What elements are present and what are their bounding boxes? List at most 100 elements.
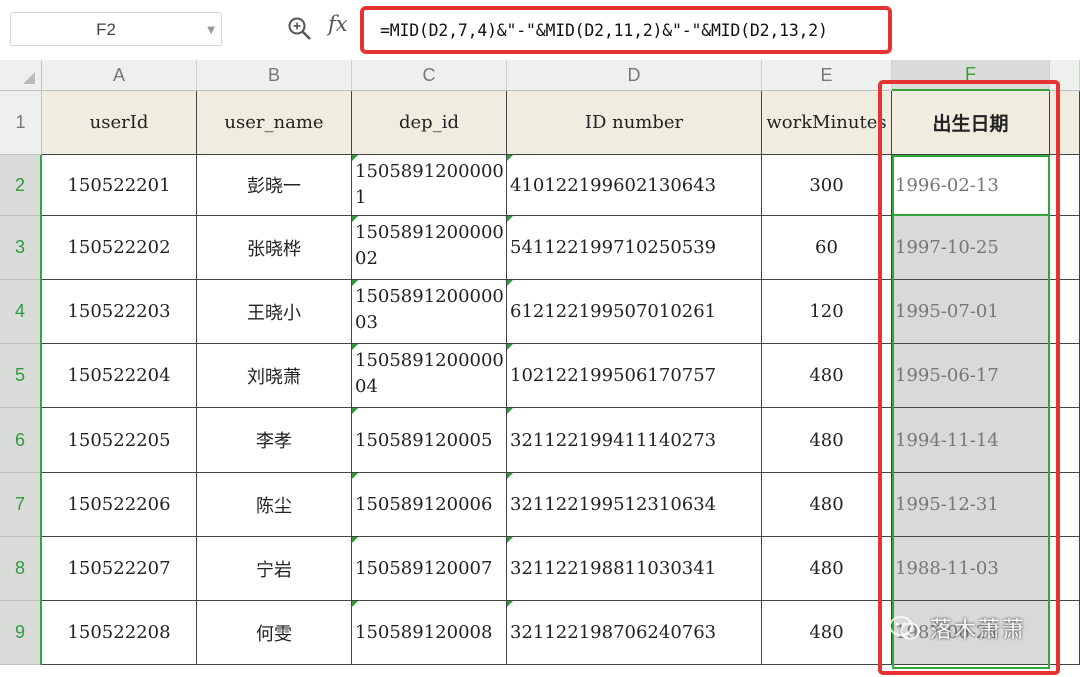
header-cell-f[interactable]: 出生日期 — [892, 91, 1050, 155]
cell-b2[interactable]: 彭晓一 — [197, 155, 352, 216]
cell-d2[interactable]: 410122199602130643 — [507, 155, 762, 216]
number-as-text-indicator-icon — [352, 408, 358, 414]
cell-f7[interactable]: 1995-12-31 — [892, 473, 1050, 537]
row-header-9[interactable]: 9 — [0, 601, 42, 665]
cell-a6[interactable]: 150522205 — [42, 408, 197, 473]
number-as-text-indicator-icon — [507, 216, 513, 222]
cell-b8[interactable]: 宁岩 — [197, 537, 352, 601]
cell-c7[interactable]: 150589120006 — [352, 473, 507, 537]
header-cell-b[interactable]: user_name — [197, 91, 352, 155]
cell-c5[interactable]: 150589120000004 — [352, 344, 507, 408]
cell-b4[interactable]: 王晓小 — [197, 280, 352, 344]
number-as-text-indicator-icon — [352, 601, 358, 607]
cell-filler-7 — [1050, 473, 1080, 537]
cell-f8[interactable]: 1988-11-03 — [892, 537, 1050, 601]
name-box-value: F2 — [96, 20, 116, 39]
cell-d7[interactable]: 321122199512310634 — [507, 473, 762, 537]
cell-c3[interactable]: 150589120000002 — [352, 216, 507, 280]
column-header-c[interactable]: C — [352, 60, 507, 91]
cell-b5[interactable]: 刘晓萧 — [197, 344, 352, 408]
cell-c8[interactable]: 150589120007 — [352, 537, 507, 601]
column-header-a[interactable]: A — [42, 60, 197, 91]
spreadsheet-grid: A B C D E F 1 2 3 4 5 6 7 8 9 userId user_name dep_id ID n… — [0, 60, 1080, 677]
cell-c2[interactable]: 15058912000001 — [352, 155, 507, 216]
cell-e8[interactable]: 480 — [762, 537, 892, 601]
cell-filler-5 — [1050, 344, 1080, 408]
cell-d3[interactable]: 541122199710250539 — [507, 216, 762, 280]
header-cell-d[interactable]: ID number — [507, 91, 762, 155]
cell-a2[interactable]: 150522201 — [42, 155, 197, 216]
row-header-8[interactable]: 8 — [0, 537, 42, 601]
cell-d4[interactable]: 612122199507010261 — [507, 280, 762, 344]
watermark: 落木萧萧 — [888, 612, 1026, 644]
number-as-text-indicator-icon — [352, 473, 358, 479]
number-as-text-indicator-icon — [507, 537, 513, 543]
row-header-4[interactable]: 4 — [0, 280, 42, 344]
cell-e4[interactable]: 120 — [762, 280, 892, 344]
cell-c9[interactable]: 150589120008 — [352, 601, 507, 665]
cell-filler-6 — [1050, 408, 1080, 473]
row-header-2[interactable]: 2 — [0, 155, 42, 216]
cell-filler-9 — [1050, 601, 1080, 665]
cell-a9[interactable]: 150522208 — [42, 601, 197, 665]
select-all-corner[interactable] — [0, 60, 42, 91]
column-header-filler — [1050, 60, 1080, 91]
number-as-text-indicator-icon — [352, 280, 358, 286]
header-cell-e[interactable]: workMinutes — [762, 91, 892, 155]
cell-f2[interactable]: 1996-02-13 — [892, 155, 1050, 216]
cell-b7[interactable]: 陈尘 — [197, 473, 352, 537]
cell-b9[interactable]: 何雯 — [197, 601, 352, 665]
row-selection-edge — [40, 155, 42, 665]
name-box[interactable]: F2 ▼ — [10, 12, 222, 46]
column-header-f[interactable]: F — [892, 60, 1050, 91]
zoom-search-icon[interactable] — [287, 16, 313, 46]
row-header-5[interactable]: 5 — [0, 344, 42, 408]
cell-f6[interactable]: 1994-11-14 — [892, 408, 1050, 473]
column-header-e[interactable]: E — [762, 60, 892, 91]
cell-a7[interactable]: 150522206 — [42, 473, 197, 537]
cell-d8[interactable]: 321122198811030341 — [507, 537, 762, 601]
cell-e7[interactable]: 480 — [762, 473, 892, 537]
row-header-3[interactable]: 3 — [0, 216, 42, 280]
cell-e2[interactable]: 300 — [762, 155, 892, 216]
formula-bar[interactable]: =MID(D2,7,4)&"-"&MID(D2,11,2)&"-"&MID(D2… — [360, 6, 892, 54]
cell-a8[interactable]: 150522207 — [42, 537, 197, 601]
cell-e3[interactable]: 60 — [762, 216, 892, 280]
column-header-b[interactable]: B — [197, 60, 352, 91]
header-cell-filler — [1050, 91, 1080, 155]
watermark-text: 落木萧萧 — [930, 618, 1027, 643]
formula-text: =MID(D2,7,4)&"-"&MID(D2,11,2)&"-"&MID(D2… — [380, 21, 828, 40]
cell-d9[interactable]: 321122198706240763 — [507, 601, 762, 665]
row-header-7[interactable]: 7 — [0, 473, 42, 537]
cell-e6[interactable]: 480 — [762, 408, 892, 473]
wechat-icon — [889, 616, 920, 640]
number-as-text-indicator-icon — [507, 473, 513, 479]
row-header-6[interactable]: 6 — [0, 408, 42, 473]
cell-a5[interactable]: 150522204 — [42, 344, 197, 408]
row-header-1[interactable]: 1 — [0, 91, 42, 155]
cell-f5[interactable]: 1995-06-17 — [892, 344, 1050, 408]
cell-e5[interactable]: 480 — [762, 344, 892, 408]
cell-b6[interactable]: 李孝 — [197, 408, 352, 473]
function-icon[interactable]: fx — [328, 12, 348, 36]
cell-e9[interactable]: 480 — [762, 601, 892, 665]
header-cell-c[interactable]: dep_id — [352, 91, 507, 155]
number-as-text-indicator-icon — [507, 155, 513, 161]
cell-d5[interactable]: 102122199506170757 — [507, 344, 762, 408]
column-header-d[interactable]: D — [507, 60, 762, 91]
number-as-text-indicator-icon — [507, 408, 513, 414]
chevron-down-icon[interactable]: ▼ — [207, 25, 215, 36]
number-as-text-indicator-icon — [507, 344, 513, 350]
cell-f4[interactable]: 1995-07-01 — [892, 280, 1050, 344]
cell-c6[interactable]: 150589120005 — [352, 408, 507, 473]
select-all-triangle-icon — [23, 72, 35, 84]
cell-a4[interactable]: 150522203 — [42, 280, 197, 344]
cell-b3[interactable]: 张晓桦 — [197, 216, 352, 280]
cell-c4[interactable]: 150589120000003 — [352, 280, 507, 344]
cell-f3[interactable]: 1997-10-25 — [892, 216, 1050, 280]
cell-d6[interactable]: 321122199411140273 — [507, 408, 762, 473]
header-cell-a[interactable]: userId — [42, 91, 197, 155]
cell-a3[interactable]: 150522202 — [42, 216, 197, 280]
number-as-text-indicator-icon — [352, 344, 358, 350]
number-as-text-indicator-icon — [507, 280, 513, 286]
